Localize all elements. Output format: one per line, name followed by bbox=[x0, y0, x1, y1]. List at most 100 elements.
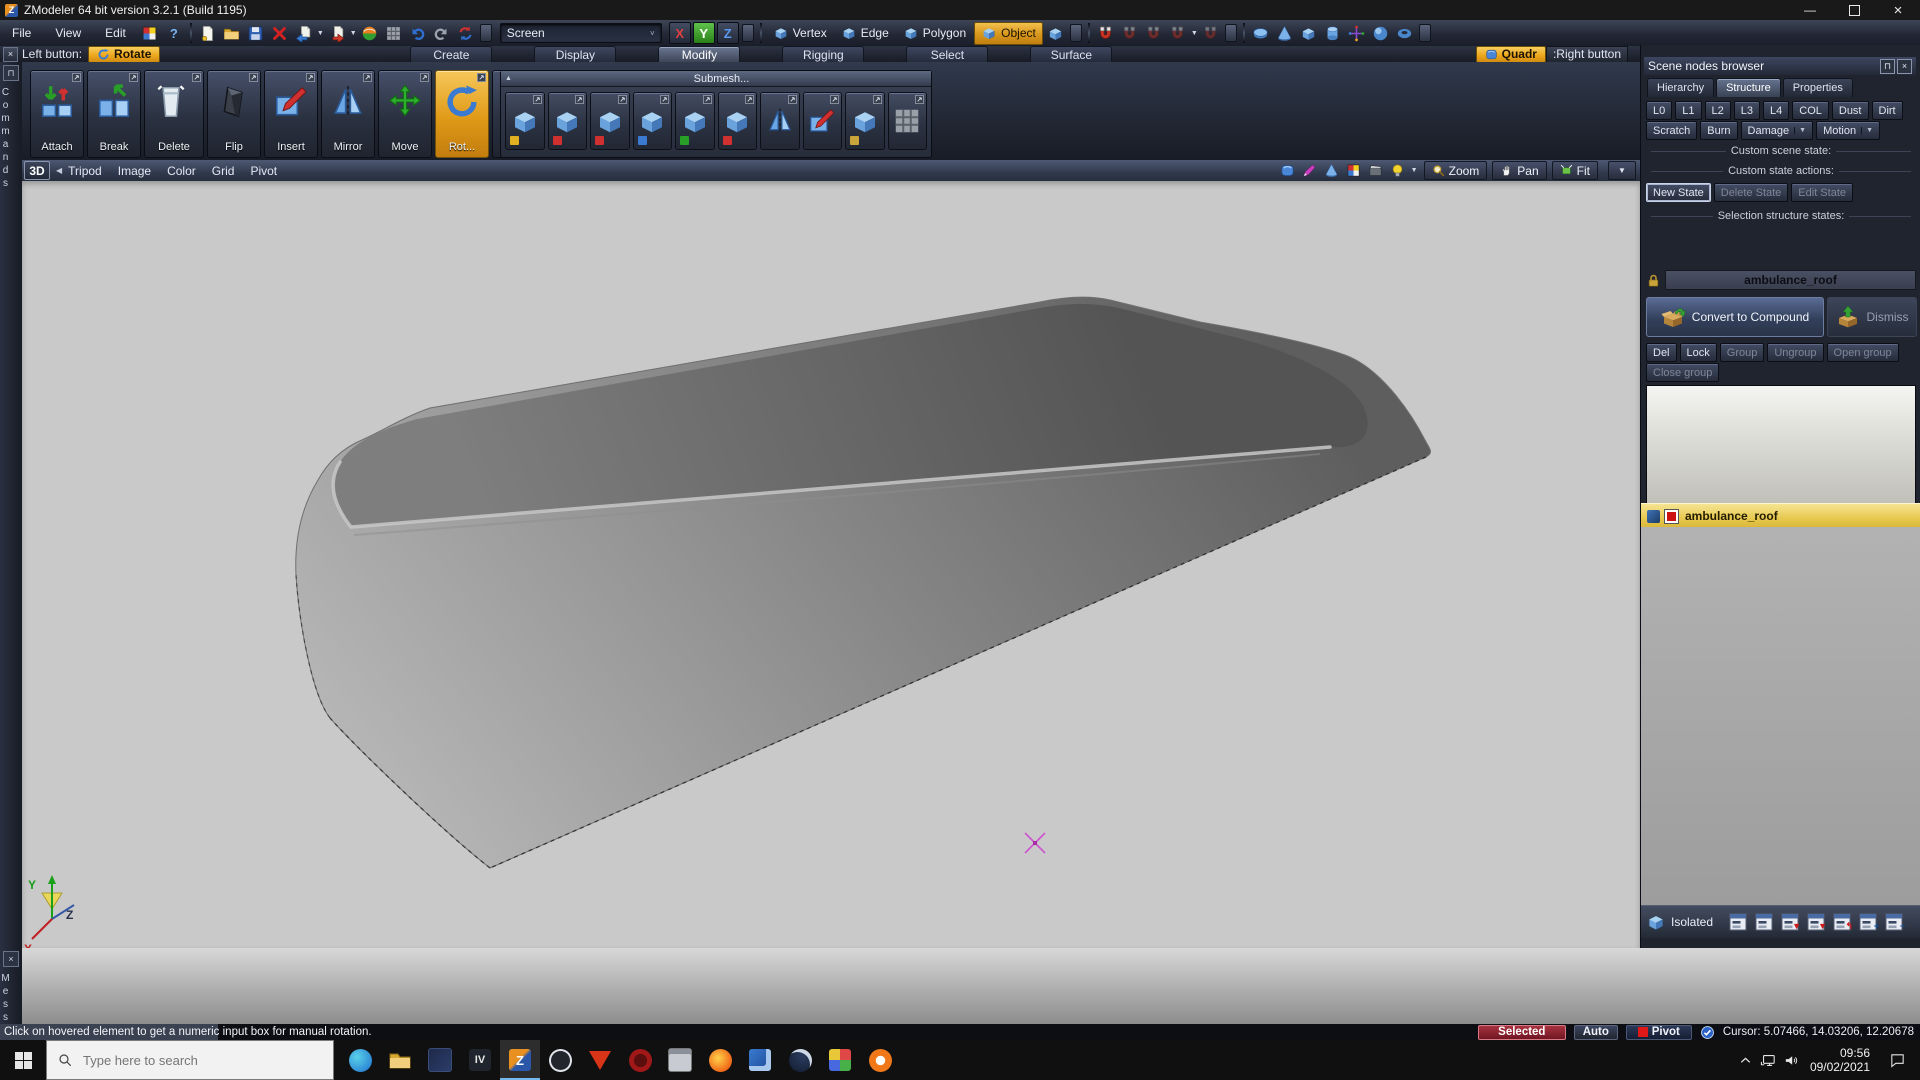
shading-icon[interactable] bbox=[1278, 162, 1298, 179]
primitive-disc-icon[interactable] bbox=[1250, 23, 1272, 44]
taskbar-app-edge[interactable] bbox=[340, 1040, 380, 1080]
move-down-icon[interactable]: ▼ bbox=[1780, 912, 1800, 932]
primitive-dummy-icon[interactable] bbox=[1346, 23, 1368, 44]
primitive-sphere-icon[interactable] bbox=[1370, 23, 1392, 44]
submesh-tool-9[interactable] bbox=[845, 92, 885, 150]
open-file-icon[interactable] bbox=[221, 23, 243, 44]
new-file-icon[interactable] bbox=[197, 23, 219, 44]
view-options-dropdown-icon[interactable]: ▼ bbox=[1411, 167, 1418, 174]
taskbar-app-steam[interactable] bbox=[780, 1040, 820, 1080]
right-button-quadr[interactable]: Quadr bbox=[1476, 46, 1546, 63]
split-view-icon[interactable] bbox=[1754, 912, 1774, 932]
submesh-tool-5[interactable] bbox=[675, 92, 715, 150]
tool-mirror[interactable]: Mirror bbox=[321, 70, 375, 158]
tool-flip[interactable]: Flip bbox=[207, 70, 261, 158]
viewport-canvas[interactable]: Y Z X bbox=[22, 181, 1640, 948]
screen-mode-dropdown[interactable]: Screen ˅ bbox=[500, 23, 662, 43]
import-icon[interactable] bbox=[326, 23, 348, 44]
expand-all-icon[interactable]: + bbox=[1858, 912, 1878, 932]
viewport-menu-grid[interactable]: Grid bbox=[212, 164, 235, 178]
viewport-mode-button[interactable]: 3D bbox=[24, 161, 50, 180]
new-state-button[interactable]: New State bbox=[1646, 183, 1711, 202]
reload-icon[interactable] bbox=[455, 23, 477, 44]
close-toolbar-icon[interactable]: × bbox=[3, 47, 18, 62]
dismiss-button[interactable]: Dismiss bbox=[1827, 297, 1917, 337]
list-view-icon[interactable] bbox=[1728, 912, 1748, 932]
taskbar-app-firefox[interactable] bbox=[700, 1040, 740, 1080]
tool-break[interactable]: Break bbox=[87, 70, 141, 158]
lod-l2-button[interactable]: L2 bbox=[1705, 101, 1731, 120]
tool-rotate[interactable]: Rot... bbox=[435, 70, 489, 158]
close-messages-icon[interactable]: × bbox=[3, 951, 19, 967]
render-clapper-icon[interactable] bbox=[1366, 162, 1386, 179]
menu-edit[interactable]: Edit bbox=[93, 26, 138, 40]
wireframe-pen-icon[interactable] bbox=[1300, 162, 1320, 179]
pan-button[interactable]: Pan bbox=[1492, 161, 1546, 180]
viewport-menu-color[interactable]: Color bbox=[167, 164, 196, 178]
fx-damage-button[interactable]: Damage▼ bbox=[1741, 121, 1814, 140]
submesh-tool-1[interactable] bbox=[505, 92, 545, 150]
lod-col-button[interactable]: COL bbox=[1792, 101, 1829, 120]
del-button[interactable]: Del bbox=[1646, 343, 1677, 362]
ungroup-button[interactable]: Ungroup bbox=[1767, 343, 1823, 362]
lod-dirt-button[interactable]: Dirt bbox=[1872, 101, 1903, 120]
taskbar-clock[interactable]: 09:56 09/02/2021 bbox=[1810, 1046, 1870, 1074]
menu-view[interactable]: View bbox=[43, 26, 93, 40]
snap-extra-icon[interactable] bbox=[1200, 23, 1222, 44]
snap-dropdown-icon[interactable]: ▼ bbox=[1191, 30, 1198, 37]
submesh-tool-4[interactable] bbox=[633, 92, 673, 150]
submesh-tool-3[interactable] bbox=[590, 92, 630, 150]
primitive-torus-icon[interactable] bbox=[1394, 23, 1416, 44]
left-button-rotate[interactable]: Rotate bbox=[88, 46, 160, 63]
tab-rigging[interactable]: Rigging bbox=[782, 46, 864, 63]
taskbar-app-orange[interactable] bbox=[860, 1040, 900, 1080]
menu-file[interactable]: File bbox=[0, 26, 43, 40]
taskbar-search[interactable] bbox=[46, 1040, 334, 1080]
delete-file-icon[interactable] bbox=[269, 23, 291, 44]
viewport-menu-tripod[interactable]: Tripod bbox=[68, 164, 102, 178]
snap-mini-button[interactable] bbox=[1225, 24, 1237, 42]
close-group-button[interactable]: Close group bbox=[1646, 363, 1719, 382]
search-input[interactable] bbox=[81, 1052, 305, 1069]
multi-select-icon[interactable] bbox=[1045, 23, 1067, 44]
tab-modify[interactable]: Modify bbox=[658, 46, 740, 63]
collapse-left-icon[interactable]: ◀ bbox=[56, 166, 62, 175]
snap-vertex-icon[interactable] bbox=[1119, 23, 1141, 44]
taskbar-app-obs[interactable] bbox=[540, 1040, 580, 1080]
tool-delete[interactable]: Delete bbox=[144, 70, 204, 158]
submesh-tool-10[interactable] bbox=[888, 92, 928, 150]
axis-z-toggle[interactable]: Z bbox=[717, 22, 739, 44]
mode-vertex[interactable]: Vertex bbox=[767, 23, 833, 44]
open-group-button[interactable]: Open group bbox=[1827, 343, 1899, 362]
collapse-icon[interactable]: ▲ bbox=[505, 75, 512, 82]
import-dropdown-icon[interactable]: ▼ bbox=[350, 30, 357, 37]
taskbar-app-store[interactable] bbox=[820, 1040, 860, 1080]
taskbar-app-blue[interactable] bbox=[740, 1040, 780, 1080]
minimize-button[interactable]: — bbox=[1788, 0, 1832, 20]
tray-chevron-icon[interactable] bbox=[1737, 1052, 1754, 1069]
viewport-menu-image[interactable]: Image bbox=[118, 164, 151, 178]
macro-icon[interactable] bbox=[139, 23, 161, 44]
check-icon[interactable] bbox=[1700, 1025, 1715, 1040]
web-update-icon[interactable] bbox=[359, 23, 381, 44]
tab-properties[interactable]: Properties bbox=[1783, 78, 1853, 97]
collapse-all-icon[interactable]: − bbox=[1884, 912, 1904, 932]
mode-object[interactable]: Object bbox=[974, 22, 1043, 45]
lod-l3-button[interactable]: L3 bbox=[1734, 101, 1760, 120]
lod-l1-button[interactable]: L1 bbox=[1675, 101, 1701, 120]
texture-browser-icon[interactable] bbox=[383, 23, 405, 44]
taskbar-app-v[interactable] bbox=[580, 1040, 620, 1080]
tab-display[interactable]: Display bbox=[534, 46, 616, 63]
messages-strip[interactable]: × Messag bbox=[0, 948, 23, 1024]
fx-motion-button[interactable]: Motion▼ bbox=[1816, 121, 1880, 140]
submesh-tool-8[interactable] bbox=[803, 92, 843, 150]
primitive-cylinder-icon[interactable] bbox=[1322, 23, 1344, 44]
taskbar-app-zmodeler[interactable]: Z bbox=[500, 1040, 540, 1080]
taskbar-app-iv[interactable]: IV bbox=[460, 1040, 500, 1080]
save-icon[interactable] bbox=[245, 23, 267, 44]
perspective-cone-icon[interactable] bbox=[1322, 162, 1342, 179]
fx-burn-button[interactable]: Burn bbox=[1700, 121, 1737, 140]
viewport-dropdown-button[interactable]: ▼ bbox=[1608, 161, 1636, 180]
tool-move[interactable]: Move bbox=[378, 70, 432, 158]
action-center-icon[interactable] bbox=[1880, 1040, 1914, 1080]
